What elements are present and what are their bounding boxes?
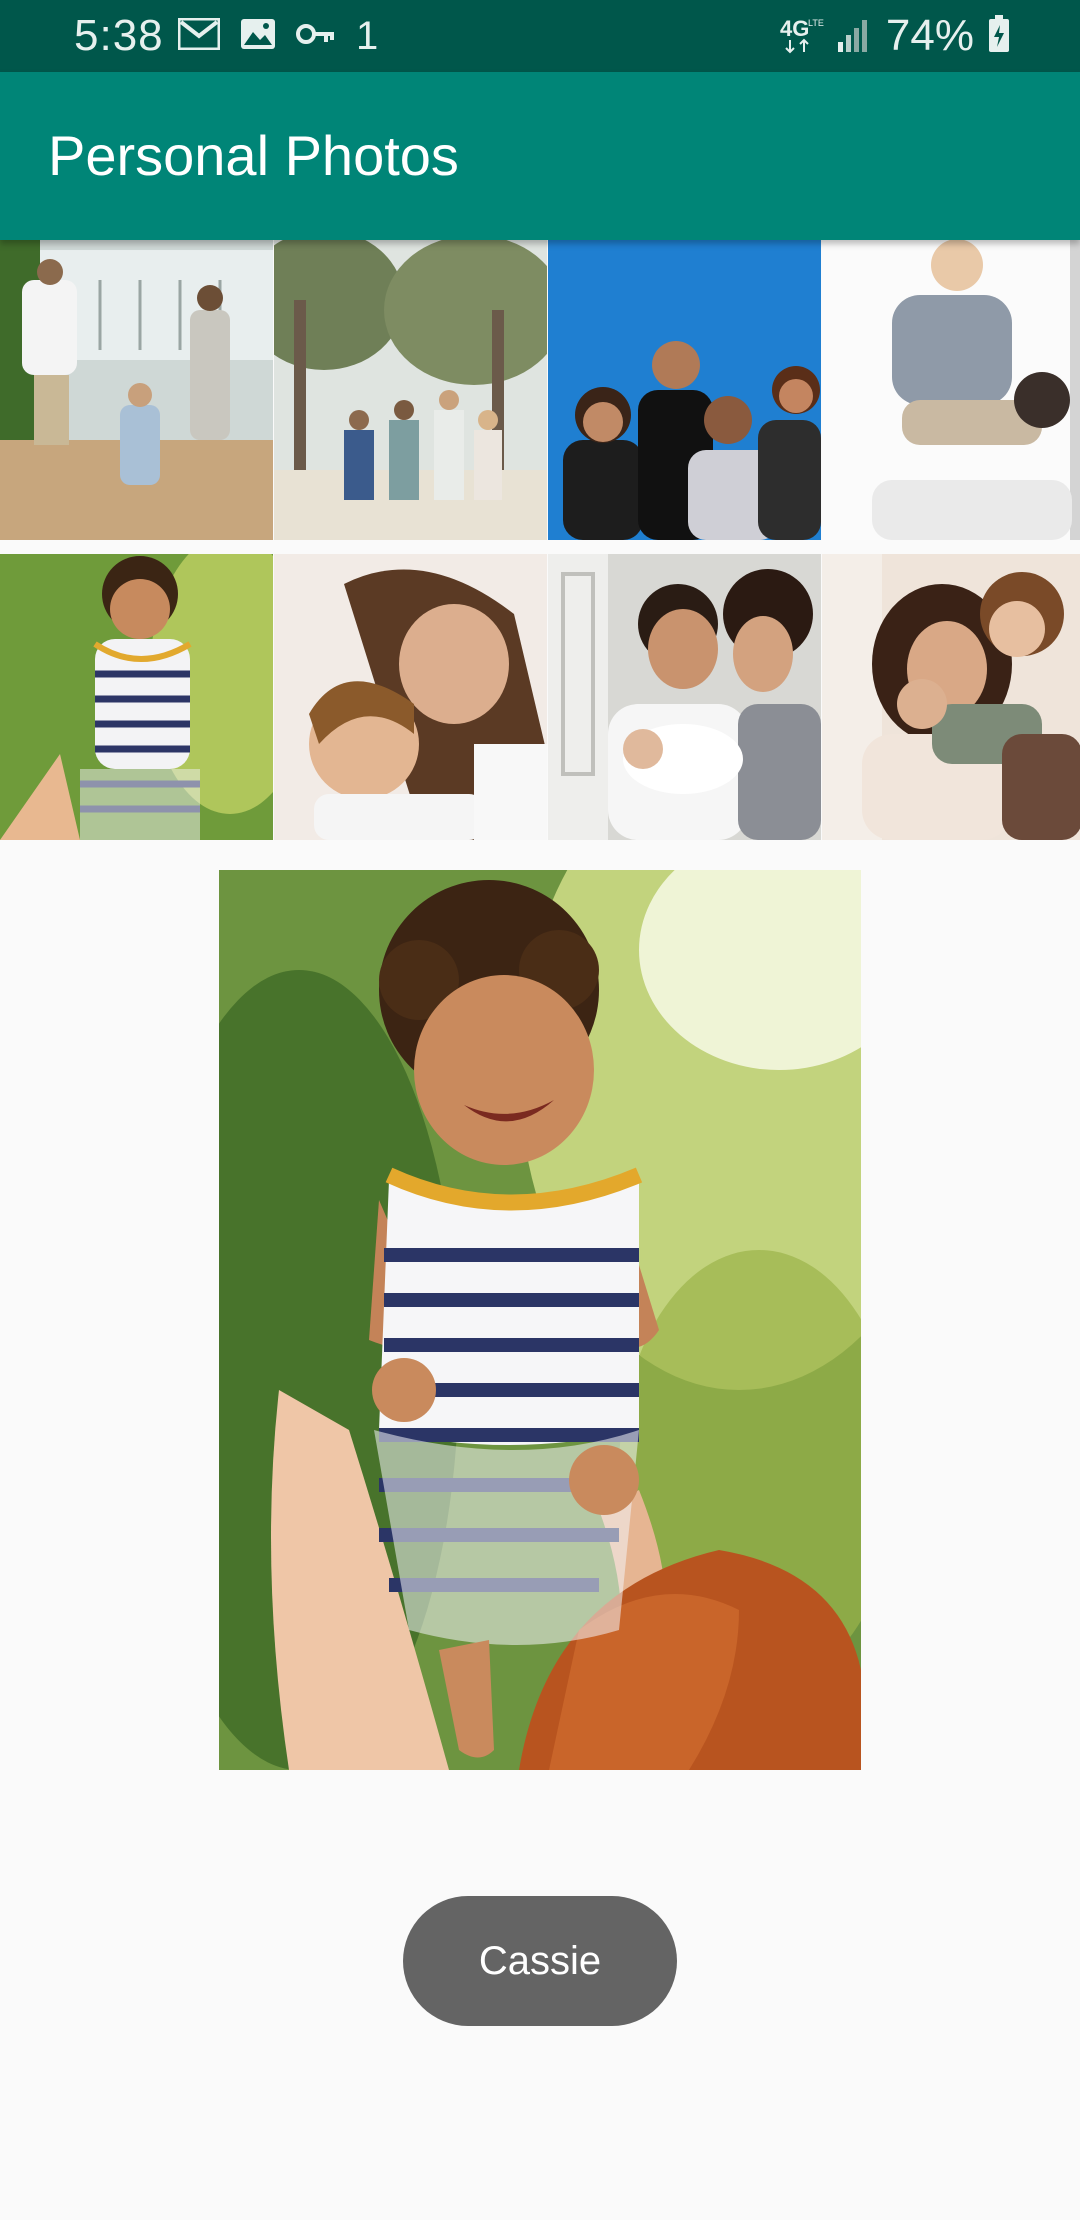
battery-percent: 74% [885, 11, 974, 60]
battery-charging-icon [988, 14, 1010, 58]
svg-text:4G: 4G [780, 16, 809, 41]
gmail-icon [177, 17, 221, 55]
status-bar: 5:38 1 4G LTE 74% [0, 0, 1080, 72]
image-icon [240, 18, 276, 55]
photo-thumbnail-family-blue-backdrop[interactable] [548, 240, 821, 540]
photo-thumbnail-family-under-trees[interactable] [274, 240, 547, 540]
photo-thumbnail-mother-and-son[interactable] [274, 554, 547, 840]
status-time: 5:38 [74, 11, 164, 60]
app-bar: Personal Photos [0, 72, 1080, 240]
photo-grid [0, 240, 1080, 840]
photo-thumbnail-child-on-shoulders[interactable] [822, 240, 1080, 540]
key-icon [296, 22, 336, 51]
signal-icon [837, 16, 872, 57]
app-title: Personal Photos [48, 124, 459, 187]
photo-thumbnail-parents-with-newborn[interactable] [548, 554, 821, 840]
network-4g-icon: 4G LTE [780, 14, 824, 59]
system-indicators: 4G LTE 74% [780, 10, 1010, 62]
notification-count-icon: 1 [356, 14, 379, 58]
photo-thumbnail-family-walking[interactable] [0, 240, 273, 540]
photo-preview[interactable] [219, 870, 861, 1770]
toast-message: Cassie [403, 1896, 677, 2026]
photo-thumbnail-laughing-toddler[interactable] [0, 554, 273, 840]
notification-icons: 1 [177, 14, 379, 58]
svg-text:LTE: LTE [808, 18, 824, 28]
photo-thumbnail-mother-with-kids[interactable] [822, 554, 1080, 840]
